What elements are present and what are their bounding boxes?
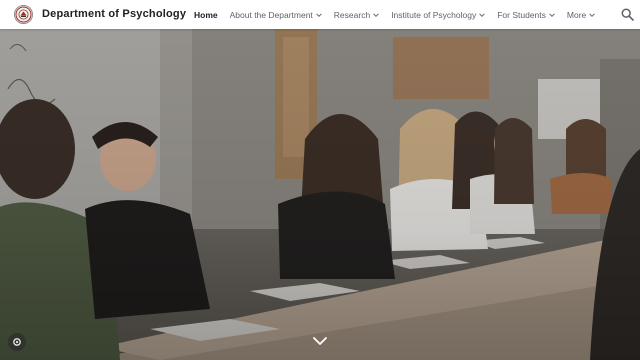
nav-item-label: Research [333, 9, 371, 20]
site-title[interactable]: Department of Psychology [42, 8, 186, 20]
chevron-down-icon [373, 12, 379, 17]
chevron-down-icon [479, 12, 485, 17]
nav-item-home[interactable]: Home [194, 10, 218, 20]
nav-item-more[interactable]: More [566, 9, 596, 20]
gear-icon[interactable] [8, 333, 26, 351]
nav-item-for-students[interactable]: For Students [497, 10, 555, 20]
nav-item-label: For Students [497, 9, 546, 20]
chevron-down-icon [589, 12, 596, 17]
nav-item-about-the-department[interactable]: About the Department [230, 10, 322, 20]
site-header: Department of Psychology Home About the … [0, 0, 640, 29]
chevron-down-icon [316, 12, 322, 17]
university-seal-icon[interactable] [14, 5, 33, 24]
hero-image [0, 29, 640, 360]
nav-item-institute-of-psychology[interactable]: Institute of Psychology [391, 10, 485, 20]
main-navigation: Home About the Department Research Insti… [194, 0, 607, 29]
chevron-down-icon[interactable] [312, 336, 328, 346]
hero-overlay [0, 29, 640, 360]
nav-item-label: More [566, 9, 587, 20]
nav-item-label: About the Department [229, 9, 313, 20]
nav-item-label: Home [194, 9, 218, 20]
search-icon[interactable] [621, 8, 634, 21]
chevron-down-icon [549, 12, 555, 17]
nav-item-label: Institute of Psychology [391, 9, 477, 20]
nav-item-research[interactable]: Research [334, 10, 379, 20]
